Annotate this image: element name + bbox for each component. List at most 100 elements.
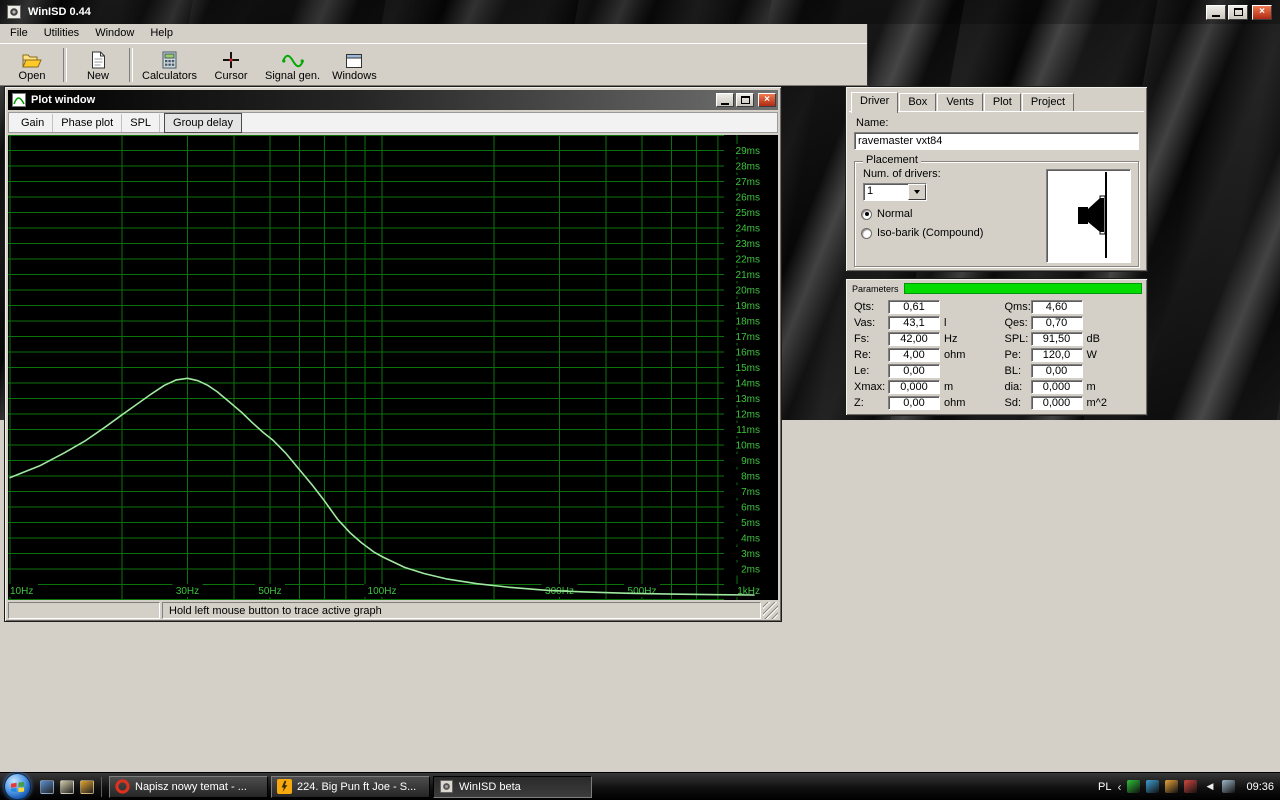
screen: WinISD 0.44 × FileUtilitiesWindowHelp Op…	[0, 0, 1280, 800]
driver-tab-strip: DriverBoxVentsPlotProject	[849, 90, 1144, 111]
param-value-field[interactable]: 0,00	[888, 396, 940, 410]
plot-minimize-button[interactable]	[716, 93, 734, 107]
num-drivers-select[interactable]: 1	[863, 183, 927, 201]
param-value-field[interactable]: 0,000	[888, 380, 940, 394]
plot-close-button[interactable]: ×	[758, 93, 776, 107]
param-unit: ohm	[944, 349, 965, 361]
tray-icon-orange-app[interactable]	[1165, 780, 1178, 793]
tray-icon-teal-app[interactable]	[1146, 780, 1159, 793]
parameters-caption-bar	[904, 283, 1142, 294]
resize-grip[interactable]	[763, 602, 778, 619]
tab-group-delay[interactable]: Group delay	[164, 113, 242, 133]
toolbar-button-new[interactable]: New	[70, 46, 126, 84]
parameters-body: Qts:0,61Vas:43,1lFs:42,00HzRe:4,00ohmLe:…	[849, 295, 1144, 411]
driver-name-input[interactable]: ravemaster vxt84	[854, 132, 1139, 150]
minimize-icon	[1212, 15, 1220, 17]
language-indicator[interactable]: PL	[1098, 781, 1111, 793]
task-button-224-big-pun-ft-joe-s[interactable]: 224. Big Pun ft Joe - S...	[271, 776, 430, 798]
start-button[interactable]	[4, 773, 31, 800]
task-button-napisz-nowy-temat[interactable]: Napisz nowy temat - ...	[109, 776, 268, 798]
toolbar-label: New	[87, 70, 109, 82]
param-value-field[interactable]: 0,61	[888, 300, 940, 314]
quick-launch-explorer-icon[interactable]	[60, 780, 74, 794]
svg-text:10Hz: 10Hz	[10, 586, 33, 597]
tray-chevron-icon[interactable]: ‹	[1117, 780, 1121, 793]
svg-text:21ms: 21ms	[736, 270, 760, 281]
svg-text:23ms: 23ms	[736, 239, 760, 250]
tab-spl[interactable]: SPL	[122, 114, 160, 132]
param-unit: m^2	[1087, 397, 1107, 409]
svg-text:18ms: 18ms	[736, 317, 760, 328]
param-value-field[interactable]: 4,60	[1031, 300, 1083, 314]
parameters-column-right: Qms:4,60Qes:0,70SPL:91,50dBPe:120,0WBL:0…	[997, 299, 1143, 411]
toolbar-label: Signal gen.	[265, 70, 320, 82]
param-value-field[interactable]: 91,50	[1031, 332, 1083, 346]
param-row-z: Z:0,00ohm	[851, 395, 997, 411]
restore-icon	[741, 96, 750, 104]
driver-window: DriverBoxVentsPlotProject Name: ravemast…	[845, 86, 1148, 272]
restore-icon	[1234, 8, 1243, 16]
menu-item-utilities[interactable]: Utilities	[36, 25, 87, 42]
tab-plot[interactable]: Plot	[984, 93, 1021, 111]
param-value-field[interactable]: 43,1	[888, 316, 940, 330]
group-delay-chart: 29ms28ms27ms26ms25ms24ms23ms22ms21ms20ms…	[8, 135, 778, 600]
tab-box[interactable]: Box	[899, 93, 936, 111]
tab-project[interactable]: Project	[1022, 93, 1074, 111]
quick-launch-desktop-icon[interactable]	[40, 780, 54, 794]
param-value-field[interactable]: 4,00	[888, 348, 940, 362]
param-value-field[interactable]: 42,00	[888, 332, 940, 346]
param-label: Xmax:	[851, 381, 888, 393]
param-label: BL:	[997, 365, 1031, 377]
tray-icon-red-app[interactable]	[1184, 780, 1197, 793]
toolbar-label: Windows	[332, 70, 377, 82]
tab-vents[interactable]: Vents	[937, 93, 983, 111]
param-value-field[interactable]: 120,0	[1031, 348, 1083, 362]
svg-text:19ms: 19ms	[736, 301, 760, 312]
param-row-le: Le:0,00	[851, 363, 997, 379]
toolbar-button-cursor[interactable]: Cursor	[203, 46, 259, 84]
svg-text:5ms: 5ms	[741, 518, 760, 529]
plot-restore-button[interactable]	[736, 93, 754, 107]
menu-item-file[interactable]: File	[2, 25, 36, 42]
minimize-button[interactable]	[1206, 5, 1226, 20]
restore-button[interactable]	[1228, 5, 1248, 20]
toolbar-button-open[interactable]: Open	[4, 46, 60, 84]
toolbar-label: Calculators	[142, 70, 197, 82]
param-row-qms: Qms:4,60	[997, 299, 1143, 315]
parameters-caption[interactable]: Parameters	[849, 282, 1144, 295]
svg-text:6ms: 6ms	[741, 503, 760, 514]
volume-icon[interactable]: ◀	[1203, 780, 1216, 793]
main-title-bar[interactable]: WinISD 0.44 ×	[0, 0, 1280, 24]
menu-bar: FileUtilitiesWindowHelp	[0, 24, 867, 43]
tray-icon-green-app[interactable]	[1127, 780, 1140, 793]
param-value-field[interactable]: 0,70	[1031, 316, 1083, 330]
toolbar-button-calculators[interactable]: Calculators	[136, 46, 203, 84]
menu-item-help[interactable]: Help	[142, 25, 181, 42]
tab-phase-plot[interactable]: Phase plot	[53, 114, 122, 132]
tab-gain[interactable]: Gain	[13, 114, 53, 132]
clock[interactable]: 09:36	[1246, 781, 1274, 793]
quick-launch-media-icon[interactable]	[80, 780, 94, 794]
param-value-field[interactable]: 0,00	[1031, 364, 1083, 378]
param-value-field[interactable]: 0,000	[1031, 380, 1083, 394]
param-value-field[interactable]: 0,000	[1031, 396, 1083, 410]
svg-text:24ms: 24ms	[736, 224, 760, 235]
dropdown-button[interactable]	[908, 184, 926, 200]
taskbar-separator	[101, 777, 102, 797]
plot-canvas[interactable]: 29ms28ms27ms26ms25ms24ms23ms22ms21ms20ms…	[8, 135, 778, 600]
task-button-winisd-beta[interactable]: WinISD beta	[433, 776, 592, 798]
plot-window-title-bar[interactable]: Plot window ×	[8, 90, 778, 110]
plot-window: Plot window × GainPhase plotSPLGroup del…	[4, 86, 782, 622]
plot-window-title: Plot window	[31, 94, 95, 106]
param-label: Qms:	[997, 301, 1031, 313]
toolbar-button-signal-gen[interactable]: Signal gen.	[259, 46, 326, 84]
param-value-field[interactable]: 0,00	[888, 364, 940, 378]
display-icon[interactable]	[1222, 780, 1235, 793]
param-unit: m	[1087, 381, 1096, 393]
tab-driver[interactable]: Driver	[851, 92, 898, 113]
toolbar-button-windows[interactable]: Windows	[326, 46, 383, 84]
task-label: WinISD beta	[459, 781, 521, 793]
menu-item-window[interactable]: Window	[87, 25, 142, 42]
param-unit: m	[944, 381, 953, 393]
close-button[interactable]: ×	[1252, 5, 1272, 20]
